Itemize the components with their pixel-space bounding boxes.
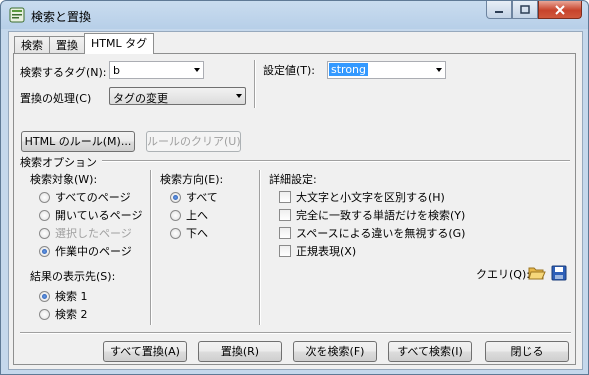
results-radio-search-1[interactable]: 検索 1 [39,288,88,304]
radio-dot [39,227,50,239]
checkbox-ignore-whitespace[interactable]: スペースによる違いを無視する(G) [279,225,465,241]
query-label: クエリ(Q): [476,268,530,281]
options-divider [102,160,570,162]
checkbox-box [279,191,291,203]
direction-radio-down[interactable]: 下へ [170,225,208,241]
chevron-down-icon [236,94,242,98]
maximize-button[interactable] [512,1,538,19]
radio-label: すべてのページ [55,191,131,204]
radio-dot [39,308,50,320]
checkbox-box [279,227,291,239]
radio-dot [39,209,50,221]
close-window-button[interactable] [538,1,582,19]
find-all-button[interactable]: すべて検索(I) [388,341,472,362]
checkbox-whole-word[interactable]: 完全に一致する単語だけを検索(Y) [279,207,465,223]
search-target-label: 検索対象(W): [30,173,98,186]
radio-dot [170,209,181,221]
search-tag-combo[interactable]: b [109,61,204,79]
dialog-window: 検索と置換 検索 置換 HTML タグ 検索するタグ(N): b 置換の処理(C… [0,0,589,375]
direction-radio-all[interactable]: すべて [170,189,218,205]
tab-replace[interactable]: 置換 [49,36,85,54]
checkbox-label: 完全に一致する単語だけを検索(Y) [296,209,466,222]
radio-label: 開いているページ [55,209,143,222]
search-options-title: 検索オプション [20,156,97,169]
vertical-divider [150,170,152,325]
search-tag-label: 検索するタグ(N): [20,66,107,79]
setting-value-value: strong [329,63,369,76]
radio-label: 検索 2 [55,308,88,321]
vertical-divider [254,60,256,108]
chevron-down-icon [194,68,200,72]
minimize-icon [495,10,503,13]
chevron-down-icon [436,68,442,72]
radio-dot-selected [170,191,181,203]
bottom-divider [20,332,571,334]
radio-label: 検索 1 [55,290,88,303]
checkbox-box [279,209,291,221]
checkbox-label: 大文字と小文字を区別する(H) [296,191,445,204]
direction-radio-up[interactable]: 上へ [170,207,208,223]
replace-action-label: 置換の処理(C) [20,92,92,105]
search-tag-value: b [113,64,120,77]
radio-label: 作業中のページ [55,245,132,258]
title-bar[interactable]: 検索と置換 [1,1,588,29]
radio-dot [170,227,181,239]
radio-dot-selected [39,290,50,302]
tab-strip: 検索 置換 HTML タグ [14,33,155,54]
minimize-button[interactable] [486,1,512,19]
open-folder-icon[interactable] [528,264,546,282]
radio-label: すべて [186,191,218,204]
dialog-client: 検索 置換 HTML タグ 検索するタグ(N): b 置換の処理(C) タグの変… [8,31,583,370]
results-label: 結果の表示先(S): [30,270,116,283]
tab-search[interactable]: 検索 [14,36,50,54]
advanced-label: 詳細設定: [269,173,317,186]
results-radio-search-2[interactable]: 検索 2 [39,306,88,322]
clear-rules-button[interactable]: ルールのクリア(U) [146,131,241,152]
maximize-icon [520,5,530,14]
search-direction-label: 検索方向(E): [160,173,224,186]
radio-dot [39,191,50,203]
app-icon [9,7,25,23]
save-icon[interactable] [550,264,568,282]
target-radio-open-pages[interactable]: 開いているページ [39,207,142,223]
setting-value-combo[interactable]: strong [327,61,446,79]
checkbox-regex[interactable]: 正規表現(X) [279,243,356,259]
target-radio-selected-pages[interactable]: 選択したページ [39,225,132,241]
radio-label: 上へ [186,209,208,222]
replace-all-button[interactable]: すべて置換(A) [103,341,187,362]
checkbox-box [279,245,291,257]
replace-button[interactable]: 置換(R) [198,341,282,362]
radio-dot-selected [39,245,50,257]
checkbox-match-case[interactable]: 大文字と小文字を区別する(H) [279,189,445,205]
window-title: 検索と置換 [31,10,92,24]
html-rules-button[interactable]: HTML のルール(M)... [21,131,135,152]
vertical-divider [259,170,261,325]
html-tag-panel: 検索するタグ(N): b 置換の処理(C) タグの変更 設定値(T): stro… [13,53,576,365]
radio-label: 選択したページ [55,227,132,240]
checkbox-label: 正規表現(X) [296,245,357,258]
close-icon [555,4,565,15]
tab-html-tag[interactable]: HTML タグ [84,33,155,54]
find-next-button[interactable]: 次を検索(F) [293,341,377,362]
close-button[interactable]: 閉じる [485,341,569,362]
checkbox-label: スペースによる違いを無視する(G) [296,227,466,240]
replace-action-value: タグの変更 [113,92,168,105]
setting-value-label: 設定値(T): [263,64,316,77]
target-radio-all-pages[interactable]: すべてのページ [39,189,131,205]
radio-label: 下へ [186,227,208,240]
replace-action-dropdown[interactable]: タグの変更 [109,87,246,105]
target-radio-current-page[interactable]: 作業中のページ [39,243,132,259]
